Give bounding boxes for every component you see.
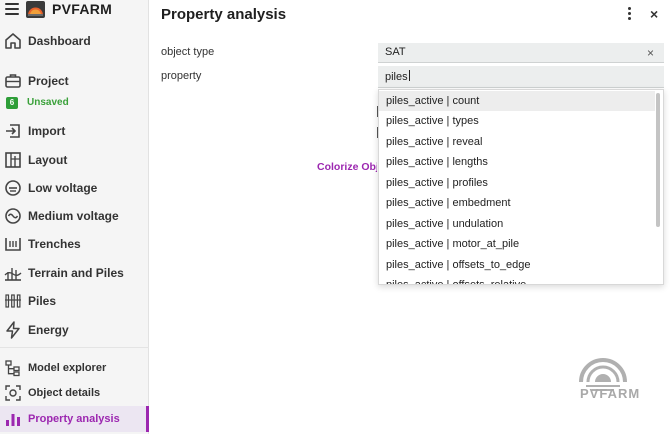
home-icon — [4, 32, 22, 50]
sidebar-item-energy[interactable]: Energy — [0, 319, 149, 341]
brand-name: PVFARM — [52, 1, 113, 17]
sidebar-item-label: Low voltage — [28, 181, 98, 195]
sidebar-item-medium-voltage[interactable]: Medium voltage — [0, 205, 149, 227]
pvfarm-logo-icon — [26, 1, 45, 18]
dropdown-option[interactable]: piles_active | embedment — [379, 193, 655, 213]
property-input-value: piles — [385, 71, 408, 83]
sidebar-item-model-explorer[interactable]: Model explorer — [0, 358, 149, 378]
sidebar-item-label: Object details — [28, 387, 101, 399]
dropdown-option[interactable]: piles_active | profiles — [379, 173, 655, 193]
trenches-icon — [4, 235, 22, 253]
medium-voltage-icon — [4, 207, 22, 225]
property-analysis-panel: Property analysis × object type SAT × pr… — [150, 0, 670, 434]
property-label: property — [161, 70, 202, 82]
bar-chart-icon — [4, 410, 22, 428]
sidebar-item-dashboard[interactable]: Dashboard — [0, 30, 149, 52]
sidebar-item-label: Medium voltage — [28, 209, 119, 223]
layout-icon — [4, 151, 22, 169]
object-details-icon — [4, 384, 22, 402]
energy-icon — [4, 321, 22, 339]
terrain-icon — [4, 264, 22, 282]
hamburger-menu-icon[interactable] — [5, 3, 19, 15]
dropdown-option[interactable]: piles_active | undulation — [379, 214, 655, 234]
object-type-value: SAT — [385, 46, 406, 58]
tree-icon — [4, 359, 22, 377]
object-type-label: object type — [161, 46, 215, 58]
dropdown-option[interactable]: piles_active | reveal — [379, 132, 655, 152]
piles-icon — [4, 292, 22, 310]
sidebar-item-label: Energy — [28, 323, 69, 337]
text-cursor — [408, 70, 410, 81]
sidebar-item-label: Dashboard — [28, 34, 91, 48]
sidebar-item-trenches[interactable]: Trenches — [0, 233, 149, 255]
import-icon — [4, 122, 22, 140]
more-options-icon[interactable] — [624, 7, 634, 23]
property-search-input[interactable]: piles — [378, 66, 664, 88]
sidebar: PVFARM Dashboard Project 6 Unsaved Impor… — [0, 0, 149, 434]
object-type-select[interactable]: SAT × — [378, 43, 664, 63]
active-indicator — [146, 406, 149, 432]
low-voltage-icon — [4, 179, 22, 197]
dropdown-option[interactable]: piles_active | motor_at_pile — [379, 234, 655, 254]
sidebar-item-layout[interactable]: Layout — [0, 149, 149, 171]
unsaved-label: Unsaved — [27, 97, 69, 108]
dropdown-option[interactable]: piles_active | types — [379, 111, 655, 131]
close-panel-icon[interactable]: × — [650, 6, 658, 22]
sidebar-item-object-details[interactable]: Object details — [0, 383, 149, 403]
briefcase-icon — [4, 72, 22, 90]
dropdown-scrollbar[interactable] — [656, 93, 660, 227]
page-title: Property analysis — [161, 6, 287, 23]
sidebar-item-label: Terrain and Piles — [28, 266, 124, 280]
sidebar-item-label: Piles — [28, 294, 57, 308]
sidebar-item-terrain-and-piles[interactable]: Terrain and Piles — [0, 262, 149, 284]
sidebar-item-label: Project — [28, 74, 69, 88]
sidebar-divider — [0, 347, 149, 348]
dropdown-option[interactable]: piles_active | lengths — [379, 152, 655, 172]
watermark-brand-text: PVFARM — [580, 386, 641, 401]
sidebar-item-import[interactable]: Import — [0, 120, 149, 142]
dropdown-option[interactable]: piles_active | offsets_relative — [379, 275, 655, 284]
sidebar-item-low-voltage[interactable]: Low voltage — [0, 177, 149, 199]
sidebar-item-project[interactable]: Project — [0, 70, 149, 92]
colorize-objects-button[interactable]: Colorize Objects — [317, 161, 377, 173]
sidebar-item-label: Layout — [28, 153, 68, 167]
clear-object-type-icon[interactable]: × — [647, 46, 654, 60]
changes-count-badge: 6 — [6, 97, 18, 109]
sidebar-item-label: Property analysis — [28, 413, 120, 425]
property-options-dropdown: piles_active | count piles_active | type… — [378, 89, 664, 285]
sidebar-item-label: Trenches — [28, 237, 81, 251]
sidebar-item-label: Import — [28, 124, 66, 138]
dropdown-option[interactable]: piles_active | count — [379, 91, 655, 111]
sidebar-item-piles[interactable]: Piles — [0, 290, 149, 312]
sidebar-item-label: Model explorer — [28, 362, 107, 374]
brand-header: PVFARM — [0, 0, 149, 24]
dropdown-option[interactable]: piles_active | offsets_to_edge — [379, 255, 655, 275]
sidebar-item-property-analysis[interactable]: Property analysis — [0, 406, 149, 432]
